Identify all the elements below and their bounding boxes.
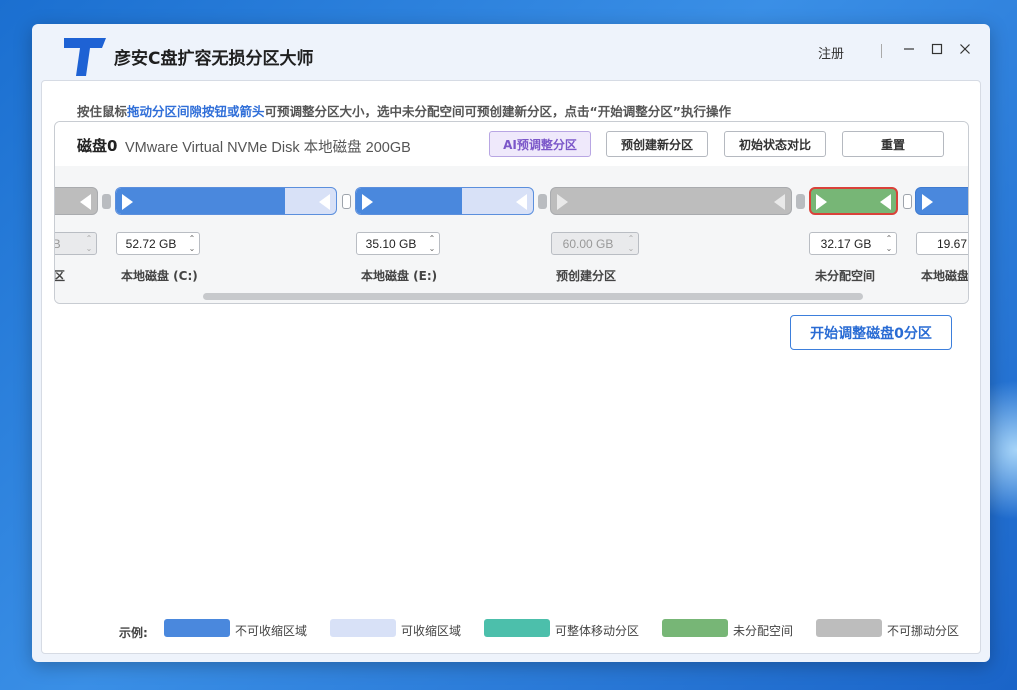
partition-gap-handle[interactable] (102, 194, 111, 209)
minimize-icon[interactable] (899, 39, 919, 59)
instruction-hint: 按住鼠标拖动分区间隙按钮或箭头可预调整分区大小，选中未分配空间可预创建新分区，点… (77, 101, 731, 120)
resize-left-arrow-icon[interactable] (319, 194, 330, 210)
partition-bar-unallocated[interactable] (809, 187, 898, 215)
app-window: 彦安C盘扩容无损分区大师 注册 按住鼠标拖动分区间隙按钮或箭头可预调整分区大小，… (32, 24, 990, 662)
legend-swatch-fixed (164, 619, 230, 637)
precreate-partition-button[interactable]: 预创建新分区 (606, 131, 708, 157)
partition-gap-handle[interactable] (903, 194, 912, 209)
disk-description: VMware Virtual NVMe Disk 本地磁盘 200GB (125, 140, 411, 156)
spin-up-icon: ⌃ (627, 234, 635, 243)
disk-panel: 磁盘0 VMware Virtual NVMe Disk 本地磁盘 200GB … (54, 121, 969, 304)
partition-track: ) MB ⌃ ⌄ 52.72 GB ⌃ ⌄ 35.10 GB ⌃ ⌄ 60.00… (55, 166, 968, 303)
reset-button[interactable]: 重置 (842, 131, 944, 157)
legend-label: 可整体移动分区 (555, 624, 640, 638)
resize-left-arrow-icon[interactable] (880, 194, 891, 210)
partition-label-c: 本地磁盘 (C:) (121, 269, 198, 283)
resize-right-arrow-icon[interactable] (816, 194, 827, 210)
partition-label-next: 本地磁盘 (921, 269, 969, 283)
title-separator (881, 44, 882, 58)
partition-label-precreated: 预创建分区 (556, 269, 617, 283)
legend-swatch-unmovable (816, 619, 882, 637)
hint-suffix: 可预调整分区大小，选中未分配空间可预创建新分区，点击“开始调整分区”执行操作 (264, 104, 731, 119)
maximize-icon[interactable] (927, 39, 947, 59)
legend-label: 不可挪动分区 (887, 624, 960, 638)
spin-up-icon[interactable]: ⌃ (427, 234, 437, 243)
used-region (116, 188, 286, 214)
partition-size-spinner-unallocated[interactable]: 32.17 GB ⌃ ⌄ (809, 232, 897, 255)
app-logo-icon (64, 38, 106, 76)
spin-down-icon: ⌄ (627, 244, 635, 253)
resize-right-arrow-icon[interactable] (557, 194, 568, 210)
partition-size-value[interactable]: 52.72 GB (117, 237, 185, 251)
spin-down-icon: ⌄ (85, 244, 93, 253)
resize-left-arrow-icon[interactable] (516, 194, 527, 210)
spin-down-icon[interactable]: ⌄ (187, 244, 197, 253)
resize-right-arrow-icon[interactable] (122, 194, 133, 210)
resize-left-arrow-icon[interactable] (80, 194, 91, 210)
partition-size-value[interactable]: 35.10 GB (357, 237, 425, 251)
resize-right-arrow-icon[interactable] (362, 194, 373, 210)
spin-down-icon[interactable]: ⌄ (884, 244, 894, 253)
legend-swatch-unallocated (662, 619, 728, 637)
partition-bar[interactable] (55, 187, 98, 215)
partition-label-e: 本地磁盘 (E:) (361, 269, 438, 283)
legend-swatch-shrinkable (330, 619, 396, 637)
partition-size-spinner-c[interactable]: 52.72 GB ⌃ ⌄ (116, 232, 200, 255)
ai-adjust-button[interactable]: AI预调整分区 (489, 131, 591, 157)
compare-initial-button[interactable]: 初始状态对比 (724, 131, 826, 157)
partition-bar-e[interactable] (355, 187, 534, 215)
start-adjust-button[interactable]: 开始调整磁盘0分区 (790, 315, 952, 350)
horizontal-scrollbar[interactable] (203, 293, 863, 300)
partition-size-value[interactable]: 32.17 GB (810, 237, 882, 251)
legend-label: 未分配空间 (733, 624, 794, 638)
app-title: 彦安C盘扩容无损分区大师 (114, 49, 314, 69)
spin-up-icon: ⌃ (85, 234, 93, 243)
hint-highlight: 拖动分区间隙按钮或箭头 (127, 104, 265, 119)
partition-bar-c[interactable] (115, 187, 337, 215)
resize-left-arrow-icon[interactable] (774, 194, 785, 210)
legend-label: 可收缩区域 (401, 624, 462, 638)
spin-down-icon[interactable]: ⌄ (427, 244, 437, 253)
register-link[interactable]: 注册 (818, 43, 844, 62)
partition-size-spinner-next[interactable]: 19.67 (916, 232, 968, 255)
main-content: 按住鼠标拖动分区间隙按钮或箭头可预调整分区大小，选中未分配空间可预创建新分区，点… (41, 80, 981, 654)
close-icon[interactable] (955, 39, 975, 59)
partition-bar-next[interactable] (915, 187, 968, 215)
partition-size-value: 60.00 GB (562, 237, 614, 251)
partition-size-spinner: ) MB ⌃ ⌄ (55, 232, 97, 255)
partition-bar-precreated[interactable] (550, 187, 792, 215)
partition-size-spinner-precreated: 60.00 GB ⌃ ⌄ (551, 232, 639, 255)
partition-gap-handle[interactable] (538, 194, 547, 209)
legend-swatch-movable (484, 619, 550, 637)
resize-right-arrow-icon[interactable] (922, 194, 933, 210)
partition-size-value[interactable]: 19.67 (937, 237, 967, 251)
partition-gap-handle[interactable] (342, 194, 351, 209)
disk-header: 磁盘0 VMware Virtual NVMe Disk 本地磁盘 200GB … (55, 122, 968, 167)
spin-up-icon[interactable]: ⌃ (884, 234, 894, 243)
partition-size-spinner-e[interactable]: 35.10 GB ⌃ ⌄ (356, 232, 440, 255)
hint-prefix: 按住鼠标 (77, 104, 128, 119)
legend-title: 示例: (119, 626, 148, 640)
partition-gap-handle[interactable] (796, 194, 805, 209)
legend-label: 不可收缩区域 (235, 624, 308, 638)
spin-up-icon[interactable]: ⌃ (187, 234, 197, 243)
partition-size-value: ) MB (55, 237, 82, 251)
disk-name: 磁盘0 (77, 137, 118, 155)
partition-label: 区 (54, 269, 66, 283)
partition-label-unallocated: 未分配空间 (815, 269, 876, 283)
